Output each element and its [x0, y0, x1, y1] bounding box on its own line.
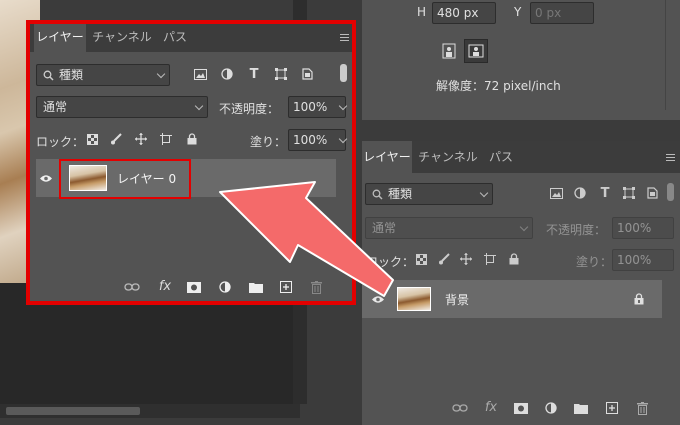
annotation-arrow-icon [219, 181, 394, 297]
